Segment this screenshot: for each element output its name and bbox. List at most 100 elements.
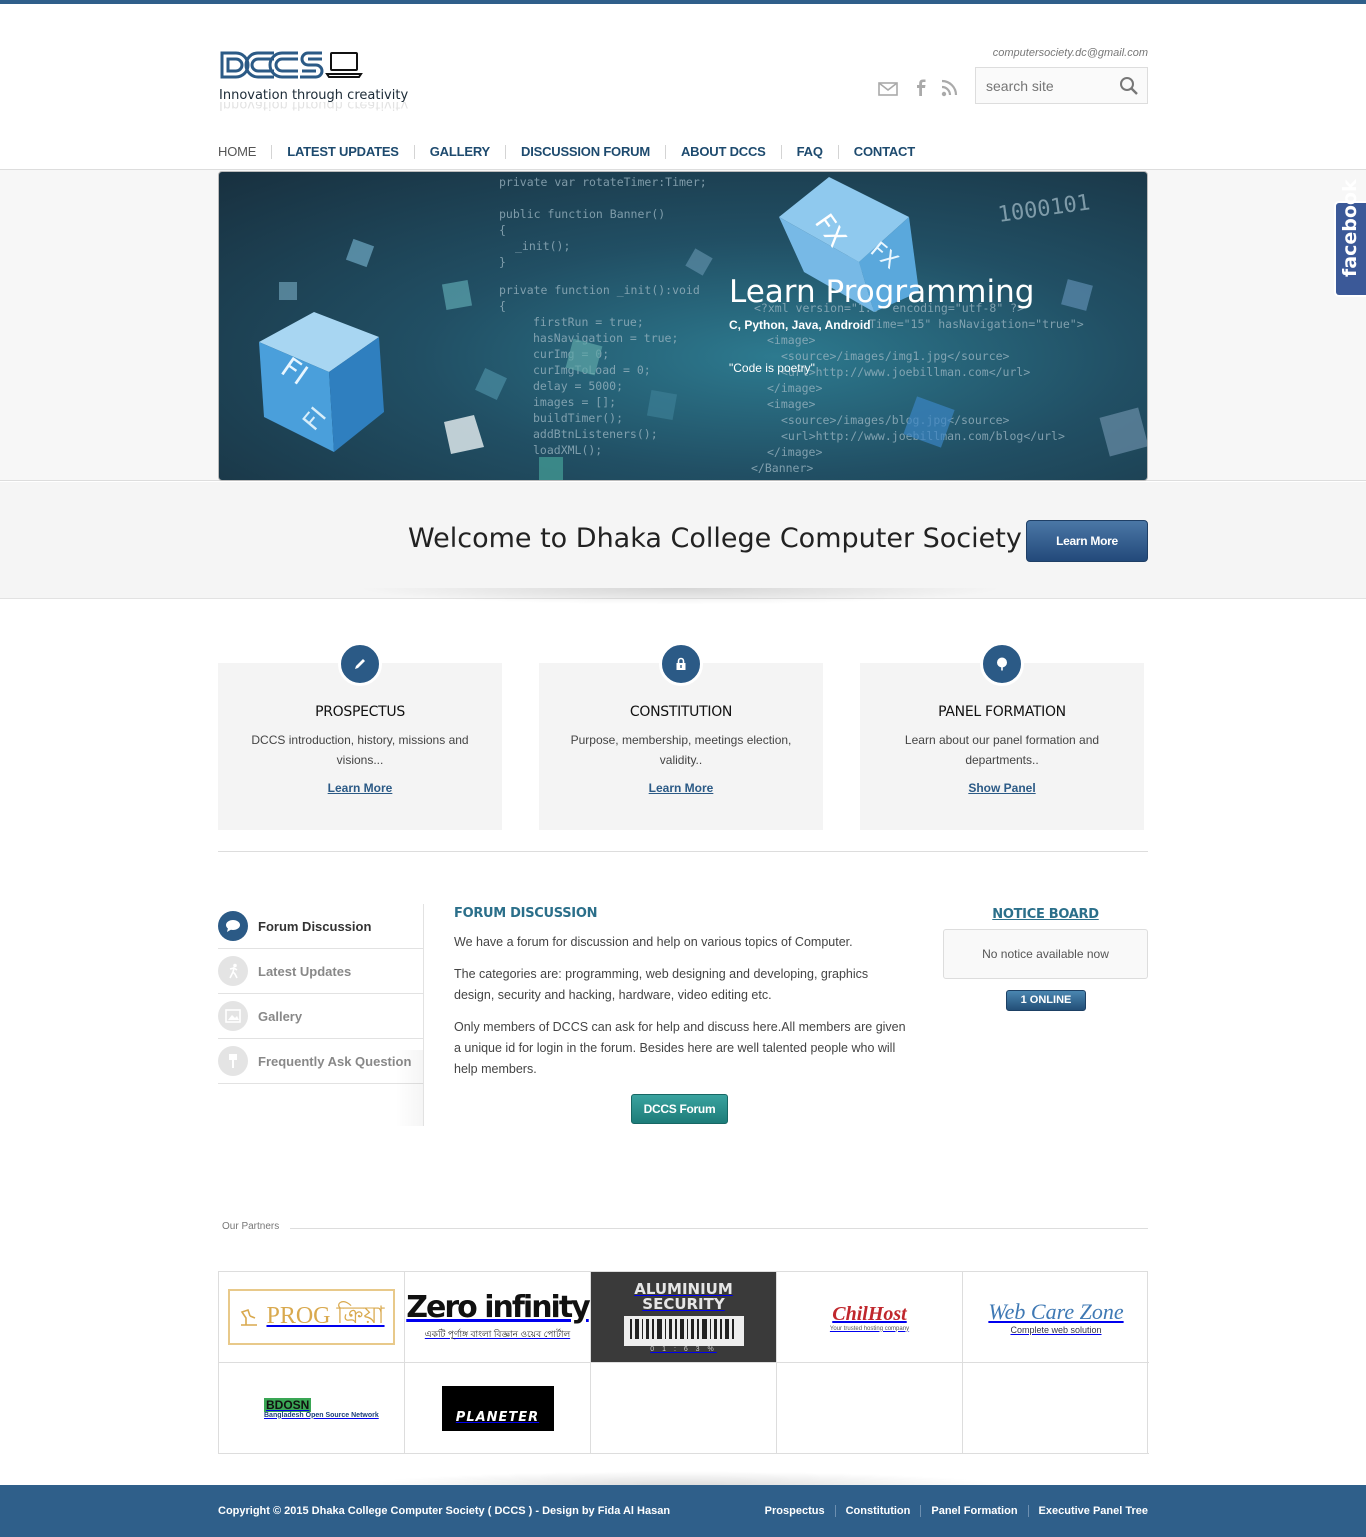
constitution-learn-more-link[interactable]: Learn More	[539, 781, 823, 795]
lock-icon	[659, 642, 703, 686]
welcome-learn-more-button[interactable]: Learn More	[1026, 520, 1148, 562]
search-icon[interactable]	[1119, 76, 1139, 96]
partners-heading: Our Partners	[222, 1221, 280, 1232]
nav-latest-updates[interactable]: LATEST UPDATES	[271, 145, 414, 159]
email-icon[interactable]	[878, 79, 898, 97]
site-tagline: Innovation through creativity	[219, 88, 409, 103]
svg-text:public function Banner(): public function Banner()	[499, 207, 665, 221]
welcome-heading: Welcome to Dhaka College Computer Societ…	[408, 523, 1022, 554]
section-tabs: Forum Discussion Latest Updates Gallery …	[218, 904, 424, 1084]
prospectus-learn-more-link[interactable]: Learn More	[218, 781, 502, 795]
feature-title: PROSPECTUS	[315, 704, 405, 720]
svg-text:_init();: _init();	[515, 239, 570, 253]
top-accent-bar	[0, 0, 1366, 4]
bdosn-subtext: Bangladesh Open Source Network	[264, 1411, 379, 1419]
contact-email[interactable]: computersociety.dc@gmail.com	[993, 47, 1148, 59]
tab-latest-updates[interactable]: Latest Updates	[218, 949, 424, 994]
partner-chillhost[interactable]: ChilHost Your trusted hosting company	[777, 1272, 963, 1363]
feature-title: PANEL FORMATION	[938, 704, 1066, 720]
chat-icon	[218, 911, 248, 941]
rss-icon[interactable]	[940, 79, 960, 97]
tab-forum-discussion[interactable]: Forum Discussion	[218, 904, 424, 949]
web-care-zone-text: Web Care Zone	[988, 1299, 1124, 1324]
footer-link-executive-panel-tree[interactable]: Executive Panel Tree	[1027, 1505, 1148, 1517]
tabs-divider	[423, 904, 424, 1126]
lamp-icon	[241, 1308, 258, 1326]
nav-faq[interactable]: FAQ	[780, 145, 838, 159]
bdosn-text: BDOSN	[264, 1397, 312, 1412]
footer-link-panel-formation[interactable]: Panel Formation	[920, 1505, 1027, 1517]
runner-icon	[218, 956, 248, 986]
aluminium-security-subtext: 0 1 : 6 3 %	[650, 1345, 717, 1353]
dccs-forum-button[interactable]: DCCS Forum	[631, 1094, 728, 1124]
tab-gallery[interactable]: Gallery	[218, 994, 424, 1039]
footer-shadow	[330, 1470, 1030, 1486]
tab-label: Latest Updates	[258, 963, 352, 979]
search-input[interactable]	[976, 68, 1116, 103]
partner-empty-slot	[591, 1363, 777, 1454]
svg-text:<image>: <image>	[767, 333, 816, 347]
notice-board-title[interactable]: NOTICE BOARD	[943, 907, 1148, 922]
footer	[0, 1485, 1366, 1537]
chillhost-text: ChilHost	[832, 1302, 907, 1325]
partners-divider	[290, 1228, 1148, 1229]
feature-text: Purpose, membership, meetings election, …	[570, 733, 792, 767]
svg-text:private var rotateTimer:Timer;: private var rotateTimer:Timer;	[499, 175, 707, 189]
svg-text:</image>: </image>	[767, 381, 822, 395]
svg-text:private function _init():void: private function _init():void	[499, 283, 700, 297]
prog-kria-text: PROG ক্রিয়া	[266, 1303, 385, 1329]
svg-text:Time="15" hasNavigation="true": Time="15" hasNavigation="true">	[869, 317, 1084, 331]
forum-paragraph: The categories are: programming, web des…	[454, 967, 869, 1002]
barcode-icon	[623, 1315, 744, 1346]
partner-zero-infinity[interactable]: Zero infinity একটি পূর্ণাঙ্গ বাংলা বিজ্ঞ…	[405, 1272, 591, 1363]
facebook-side-tab-label: facebook	[1339, 179, 1361, 277]
svg-text:addBtnListeners();: addBtnListeners();	[533, 427, 658, 441]
facebook-side-tab[interactable]: facebook	[1334, 179, 1366, 297]
feature-constitution: CONSTITUTION Purpose, membership, meetin…	[539, 642, 823, 830]
prog-kria-logo: PROG ক্রিয়া	[228, 1289, 395, 1345]
zero-infinity-text: Zero infinity	[406, 1289, 590, 1325]
partner-bdosn[interactable]: BDOSN Bangladesh Open Source Network	[219, 1363, 405, 1454]
svg-text:1000101: 1000101	[996, 190, 1091, 228]
footer-link-prospectus[interactable]: Prospectus	[755, 1505, 835, 1517]
nav-contact[interactable]: CONTACT	[837, 145, 930, 159]
nav-home[interactable]: HOME	[218, 145, 271, 159]
partner-aluminium-security[interactable]: ALUMINIUM SECURITY 0 1 : 6 3 %	[591, 1272, 777, 1363]
partner-web-care-zone[interactable]: Web Care Zone Complete web solution	[963, 1272, 1149, 1363]
partner-prog-kria[interactable]: PROG ক্রিয়া	[219, 1272, 405, 1363]
hero-banner[interactable]: private var rotateTimer:Timer; public fu…	[218, 171, 1148, 481]
notice-board-message: No notice available now	[943, 929, 1148, 979]
nav-about-dccs[interactable]: ABOUT DCCS	[664, 145, 781, 159]
web-care-zone-subtext: Complete web solution	[1010, 1325, 1102, 1335]
banner-subtitle: C, Python, Java, Android	[729, 318, 871, 332]
planeter-text: PLANETER	[455, 1409, 540, 1425]
svg-text:{: {	[499, 223, 506, 237]
main-nav: HOME LATEST UPDATES GALLERY DISCUSSION F…	[218, 143, 930, 161]
content-divider	[218, 851, 1148, 852]
feature-text: DCCS introduction, history, missions and…	[251, 733, 469, 767]
svg-text:loadXML();: loadXML();	[533, 443, 602, 457]
svg-text:hasNavigation = true;: hasNavigation = true;	[533, 331, 678, 345]
svg-text:images = [];: images = [];	[533, 395, 616, 409]
tabs-shadow	[395, 1050, 423, 1126]
tab-frequently-ask-question[interactable]: Frequently Ask Question	[218, 1039, 424, 1084]
facebook-icon[interactable]	[911, 79, 931, 97]
svg-text:delay = 5000;: delay = 5000;	[533, 379, 623, 393]
online-count-badge: 1 ONLINE	[1006, 990, 1086, 1011]
banner-artwork: private var rotateTimer:Timer; public fu…	[259, 175, 1147, 480]
banner-quote: "Code is poetry"	[729, 361, 815, 375]
nav-discussion-forum[interactable]: DISCUSSION FORUM	[505, 145, 665, 159]
forum-paragraph: Only members of DCCS can ask for help an…	[454, 1020, 906, 1076]
site-tagline-reflection: Innovation through creativity	[219, 102, 409, 112]
partner-planeter[interactable]: PLANETER	[405, 1363, 591, 1454]
zero-infinity-subtext: একটি পূর্ণাঙ্গ বাংলা বিজ্ঞান ওয়েব পোর্ট…	[424, 1328, 571, 1339]
show-panel-link[interactable]: Show Panel	[860, 781, 1144, 795]
tab-label: Gallery	[258, 1008, 303, 1024]
svg-text:<url>http://www.joebillman.com: <url>http://www.joebillman.com</url>	[781, 365, 1030, 379]
feature-panel-formation: PANEL FORMATION Learn about our panel fo…	[860, 642, 1144, 830]
footer-link-constitution[interactable]: Constitution	[834, 1505, 921, 1517]
planeter-logo: PLANETER	[441, 1385, 554, 1431]
nav-gallery[interactable]: GALLERY	[413, 145, 505, 159]
feature-text: Learn about our panel formation and depa…	[904, 733, 1100, 767]
footer-nav: Prospectus Constitution Panel Formation …	[755, 1505, 1148, 1517]
